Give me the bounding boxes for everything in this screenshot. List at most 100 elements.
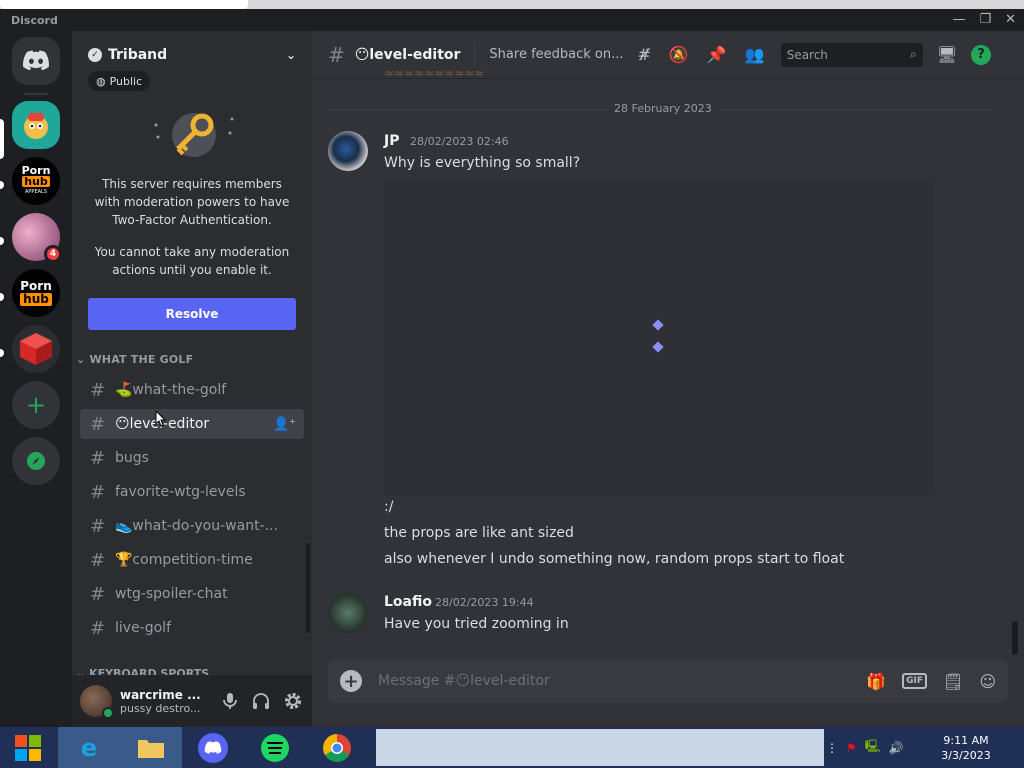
folder-icon <box>138 739 164 758</box>
server-pornhub-appeals[interactable]: Porn hub APPEALS <box>12 157 60 205</box>
microphone-icon[interactable] <box>222 692 238 710</box>
server-list: Porn hub APPEALS 4 Porn hub + <box>0 31 72 727</box>
channel-live-golf[interactable]: # live-golf <box>80 613 304 643</box>
threads-icon[interactable]: #̸ <box>638 45 651 64</box>
search-input[interactable]: Search ⌕ <box>780 42 923 67</box>
header-icons: #̸ 🔕 📌 👥 <box>638 45 765 64</box>
channel-label: 👟what-do-you-want-... <box>115 518 278 534</box>
globe-icon: ◍ <box>96 74 106 88</box>
start-button[interactable] <box>0 727 56 768</box>
message-author[interactable]: Loafio <box>384 594 432 610</box>
online-status-icon <box>102 707 114 719</box>
channel-topic[interactable]: Share feedback on... <box>489 47 623 62</box>
red-cube-icon <box>20 333 52 365</box>
gif-icon[interactable]: GIF <box>902 673 927 689</box>
maximize-button[interactable]: ❐ <box>979 12 991 27</box>
message-author[interactable]: JP <box>384 133 399 149</box>
loading-spinner-icon <box>652 319 664 331</box>
composer-icons: 🎁 GIF 🗒 ☺ <box>866 672 996 691</box>
search-placeholder: Search <box>786 47 828 62</box>
hash-icon: # <box>90 549 106 571</box>
pin-icon[interactable]: 📌 <box>707 45 727 64</box>
channel-label: live-golf <box>115 620 171 636</box>
sidebar-scrollbar[interactable] <box>306 543 310 633</box>
close-button[interactable]: ✕ <box>1005 12 1016 27</box>
taskbar-chrome[interactable] <box>306 727 368 768</box>
sticker-icon[interactable]: 🗒 <box>943 672 963 691</box>
explore-servers-button[interactable] <box>12 437 60 485</box>
title-bar: Discord — ❐ ✕ <box>0 9 1024 31</box>
network-icon[interactable]: 🖳 <box>865 737 881 758</box>
avatar[interactable] <box>328 131 368 171</box>
volume-icon[interactable]: 🔊 <box>889 741 904 755</box>
message-text: the props are like ant sized <box>384 525 574 541</box>
server-pornhub[interactable]: Porn hub <box>12 269 60 317</box>
add-server-button[interactable]: + <box>12 381 60 429</box>
taskbar-spotify-like[interactable] <box>244 727 306 768</box>
channel-what-the-golf[interactable]: # ⛳what-the-golf <box>80 375 304 405</box>
overflow-icon[interactable]: ⋮ <box>826 741 838 755</box>
internet-explorer-icon: e <box>80 733 98 762</box>
windows-logo-icon <box>15 734 41 761</box>
taskbar-file-explorer[interactable] <box>120 727 182 768</box>
message-composer[interactable]: + Message #😶level-editor 🎁 GIF 🗒 ☺ <box>328 659 1008 703</box>
server-avatar[interactable]: 4 <box>12 213 62 263</box>
channel-label: wtg-spoiler-chat <box>115 586 228 602</box>
server-triband[interactable] <box>12 101 60 149</box>
message-input[interactable]: Message #😶level-editor <box>378 673 550 689</box>
add-member-icon[interactable]: 👤⁺ <box>273 417 296 432</box>
unread-pill <box>0 349 4 357</box>
taskbar-discord[interactable] <box>184 727 242 768</box>
taskbar: e ⋮ ⚑ 🖳 🔊 9:11 AM 3/3/2023 <box>0 727 1024 768</box>
members-icon[interactable]: 👥 <box>745 45 765 64</box>
mouse-cursor-icon <box>155 410 167 427</box>
taskbar-internet-explorer[interactable]: e <box>58 727 120 768</box>
tfa-message: This server requires members with modera… <box>94 177 290 227</box>
green-app-icon <box>261 733 289 762</box>
tfa-note: You cannot take any moderation actions u… <box>94 245 290 277</box>
public-label: Public <box>109 74 143 88</box>
unread-pill <box>0 293 4 301</box>
unread-pill <box>0 181 4 189</box>
user-info[interactable]: warcrime ... pussy destro... <box>120 688 210 715</box>
channel-level-editor[interactable]: # 😶level-editor 👤⁺ <box>80 409 304 439</box>
headphones-icon[interactable] <box>252 692 270 710</box>
hash-icon: # <box>90 447 106 469</box>
message-timestamp: 28/02/2023 19:44 <box>435 596 534 609</box>
channel-wtg-spoiler-chat[interactable]: # wtg-spoiler-chat <box>80 579 304 609</box>
channel-favorite-wtg-levels[interactable]: # favorite-wtg-levels <box>80 477 304 507</box>
category-label: WHAT THE GOLF <box>89 353 194 366</box>
direct-messages-button[interactable] <box>12 37 60 85</box>
channel-competition-time[interactable]: # 🏆competition-time <box>80 545 304 575</box>
app-brand: Discord <box>11 14 58 27</box>
message-timestamp: 28/02/2023 02:46 <box>410 135 509 148</box>
minimize-button[interactable]: — <box>952 12 965 27</box>
channel-what-do-you-want[interactable]: # 👟what-do-you-want-... <box>80 511 304 541</box>
mute-bell-icon[interactable]: 🔕 <box>669 45 689 64</box>
server-roblox[interactable] <box>12 325 60 373</box>
flag-icon[interactable]: ⚑ <box>846 741 857 755</box>
chat-area: # 😶level-editor Share feedback on... #̸ … <box>312 31 1024 727</box>
avatar[interactable] <box>328 593 368 633</box>
video-embed-loading[interactable] <box>384 179 934 495</box>
tfa-notice: This server requires members with modera… <box>72 97 312 279</box>
upload-plus-icon[interactable]: + <box>340 670 362 692</box>
clock[interactable]: 9:11 AM 3/3/2023 <box>930 733 1002 763</box>
window-controls: — ❐ ✕ <box>952 12 1016 27</box>
gift-icon[interactable]: 🎁 <box>866 672 886 691</box>
hash-icon: # <box>90 583 106 605</box>
pornhub-appeals-logo-icon: Porn hub APPEALS <box>21 163 51 195</box>
emoji-icon[interactable]: ☺ <box>979 672 996 691</box>
custom-status: pussy destro... <box>120 701 201 715</box>
gear-icon[interactable] <box>284 692 302 710</box>
channel-bugs[interactable]: # bugs <box>80 443 304 473</box>
key-icon <box>154 113 234 157</box>
category-header[interactable]: ⌄ WHAT THE GOLF <box>76 353 193 366</box>
chat-scrollbar[interactable] <box>1012 621 1018 655</box>
server-name: Triband <box>108 47 168 63</box>
help-icon[interactable]: ? <box>971 44 991 65</box>
clock-date: 3/3/2023 <box>941 749 991 762</box>
inbox-icon[interactable]: 🖥 <box>937 45 957 64</box>
avatar[interactable] <box>80 685 114 719</box>
resolve-button[interactable]: Resolve <box>88 298 296 330</box>
